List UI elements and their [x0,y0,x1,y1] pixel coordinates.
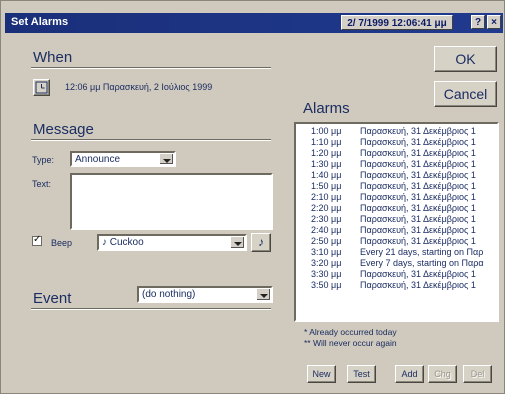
beep-checkbox[interactable] [32,234,42,246]
alarm-description: Παρασκευή, 31 Δεκέμβριος 1 [360,269,476,279]
alarm-list-item[interactable]: 1:40 μμ Παρασκευή, 31 Δεκέμβριος 1 [296,170,497,181]
alarm-description: Παρασκευή, 31 Δεκέμβριος 1 [360,137,476,147]
alarm-description: Παρασκευή, 31 Δεκέμβριος 1 [360,170,476,180]
alarm-description: Παρασκευή, 31 Δεκέμβριος 1 [360,225,476,235]
alarm-description: Παρασκευή, 31 Δεκέμβριος 1 [360,126,476,136]
alarm-time: 2:50 μμ [311,236,342,246]
chevron-down-icon[interactable] [256,289,270,300]
alarm-description: Παρασκευή, 31 Δεκέμβριος 1 [360,181,476,191]
add-button[interactable]: Add [395,365,424,383]
when-heading: When [33,49,73,66]
sound-select[interactable]: ♪ Cuckoo [97,234,247,251]
alarm-list-item[interactable]: 3:10 μμ Every 21 days, starting on Παρ [296,247,497,258]
clock-date: 2/ 7/1999 [347,18,389,29]
alarm-time: 2:30 μμ [311,214,342,224]
alarm-description: Παρασκευή, 31 Δεκέμβριος 1 [360,214,476,224]
alarms-list[interactable]: 1:00 μμ Παρασκευή, 31 Δεκέμβριος 1 1:10 μμ… [294,122,499,322]
message-divider [31,139,271,141]
alarm-list-item[interactable]: 2:40 μμ Παρασκευή, 31 Δεκέμβριος 1 [296,225,497,236]
alarm-list-item[interactable]: 2:50 μμ Παρασκευή, 31 Δεκέμβριος 1 [296,236,497,247]
event-select[interactable]: (do nothing) [137,286,273,303]
alarm-list-item[interactable]: 2:30 μμ Παρασκευή, 31 Δεκέμβριος 1 [296,214,497,225]
alarm-list-item[interactable]: 1:00 μμ Παρασκευή, 31 Δεκέμβριος 1 [296,126,497,137]
clock-time: 12:06:41 μμ [391,18,447,29]
play-sound-button[interactable]: ♪ [251,233,271,252]
alarm-time: 3:20 μμ [311,258,342,268]
alarm-description: Παρασκευή, 31 Δεκέμβριος 1 [360,159,476,169]
type-label: Type: [32,155,55,165]
alarm-description: Every 7 days, starting on Παρα [360,258,484,268]
alarm-time: 1:20 μμ [311,148,342,158]
test-button[interactable]: Test [347,365,376,383]
alarm-list-item[interactable]: 3:50 μμ Παρασκευή, 31 Δεκέμβριος 1 [296,280,497,291]
clock-icon[interactable] [33,79,50,96]
when-divider [31,67,271,69]
alarms-heading: Alarms [303,100,350,117]
alarm-list-item[interactable]: 2:20 μμ Παρασκευή, 31 Δεκέμβριος 1 [296,203,497,214]
note-never: ** Will never occur again [304,338,397,348]
alarm-time: 3:50 μμ [311,280,342,290]
alarm-list-item[interactable]: 1:30 μμ Παρασκευή, 31 Δεκέμβριος 1 [296,159,497,170]
clock-display: 2/ 7/1999 12:06:41 μμ [341,15,453,30]
alarm-list-item[interactable]: 2:10 μμ Παρασκευή, 31 Δεκέμβριος 1 [296,192,497,203]
when-datetime: 12:06 μμ Παρασκευή, 2 Ιούλιος 1999 [65,82,213,92]
note-occurred: * Already occurred today [304,327,397,337]
alarm-list-item[interactable]: 3:30 μμ Παρασκευή, 31 Δεκέμβριος 1 [296,269,497,280]
chevron-down-icon[interactable] [230,237,244,248]
chevron-down-icon[interactable] [159,154,173,164]
new-button[interactable]: New [307,365,336,383]
alarm-time: 3:10 μμ [311,247,342,257]
alarm-time: 2:10 μμ [311,192,342,202]
window-title: Set Alarms [11,16,69,28]
ok-button[interactable]: OK [434,46,497,72]
alarm-rows: 1:00 μμ Παρασκευή, 31 Δεκέμβριος 1 1:10 μμ… [296,126,497,291]
alarm-time: 1:10 μμ [311,137,342,147]
change-button[interactable]: Chg [428,365,457,383]
alarm-description: Παρασκευή, 31 Δεκέμβριος 1 [360,192,476,202]
music-note-icon: ♪ [258,235,264,249]
alarm-list-item[interactable]: 1:50 μμ Παρασκευή, 31 Δεκέμβριος 1 [296,181,497,192]
text-input[interactable] [70,173,273,230]
alarm-description: Παρασκευή, 31 Δεκέμβριος 1 [360,203,476,213]
set-alarms-window: Set Alarms 2/ 7/1999 12:06:41 μμ ? × Whe… [0,0,505,394]
message-heading: Message [33,121,94,138]
alarm-list-item[interactable]: 1:10 μμ Παρασκευή, 31 Δεκέμβριος 1 [296,137,497,148]
type-value: Announce [75,154,121,165]
type-select[interactable]: Announce [70,151,176,167]
title-bar[interactable]: Set Alarms 2/ 7/1999 12:06:41 μμ ? × [5,13,503,33]
alarm-time: 2:20 μμ [311,203,342,213]
text-label: Text: [32,179,52,189]
close-button[interactable]: × [487,15,501,29]
help-button[interactable]: ? [471,15,485,29]
event-divider [31,308,271,310]
title-date [317,15,339,30]
alarm-time: 2:40 μμ [311,225,342,235]
alarm-description: Παρασκευή, 31 Δεκέμβριος 1 [360,236,476,246]
alarm-list-item[interactable]: 3:20 μμ Every 7 days, starting on Παρα [296,258,497,269]
delete-button[interactable]: Del [463,365,492,383]
event-heading: Event [33,290,72,307]
alarm-time: 1:50 μμ [311,181,342,191]
alarm-description: Παρασκευή, 31 Δεκέμβριος 1 [360,280,476,290]
cancel-button[interactable]: Cancel [434,81,497,107]
alarm-time: 1:30 μμ [311,159,342,169]
alarm-time: 1:40 μμ [311,170,342,180]
event-value: (do nothing) [142,289,196,300]
sound-value: ♪ Cuckoo [102,237,144,248]
alarm-description: Every 21 days, starting on Παρ [360,247,484,257]
alarm-time: 3:30 μμ [311,269,342,279]
alarm-list-item[interactable]: 1:20 μμ Παρασκευή, 31 Δεκέμβριος 1 [296,148,497,159]
alarm-description: Παρασκευή, 31 Δεκέμβριος 1 [360,148,476,158]
alarm-time: 1:00 μμ [311,126,342,136]
beep-label: Beep [51,238,73,248]
